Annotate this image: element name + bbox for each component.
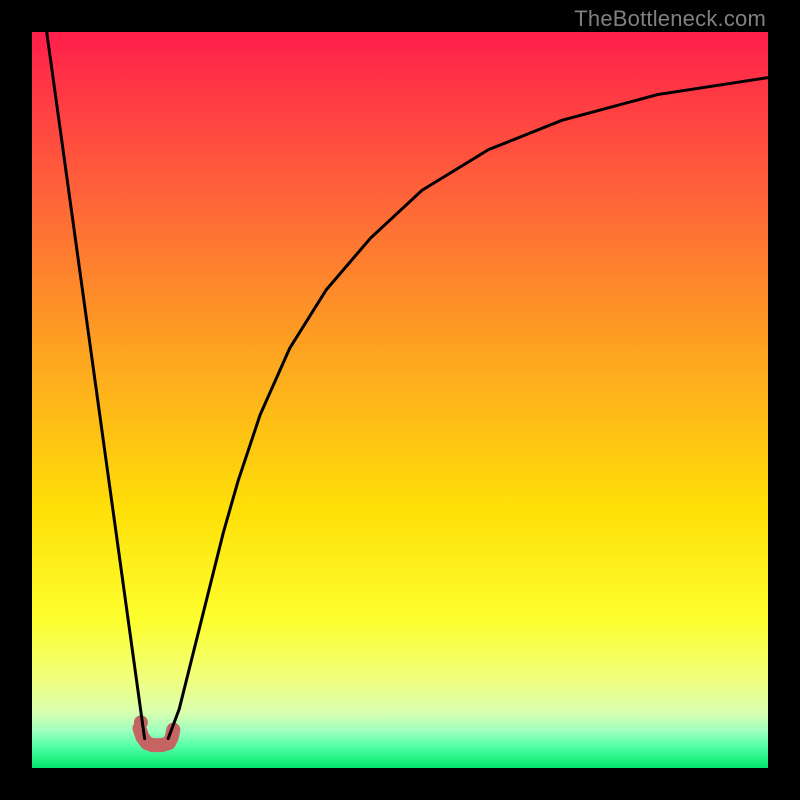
- plot-area: [32, 32, 768, 768]
- gradient-background: [32, 32, 768, 768]
- watermark-text: TheBottleneck.com: [574, 6, 766, 32]
- chart-svg: [32, 32, 768, 768]
- chart-frame: TheBottleneck.com: [0, 0, 800, 800]
